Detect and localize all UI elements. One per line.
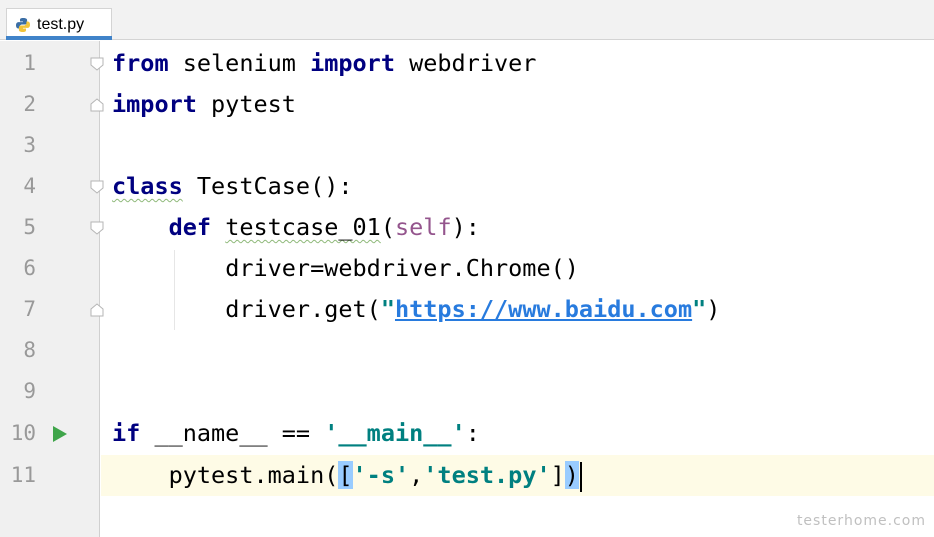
code-text[interactable]: driver.get("https://www.baidu.com") <box>112 289 720 330</box>
code-line[interactable]: 5 def testcase_01(self): <box>0 207 934 248</box>
run-icon[interactable] <box>52 425 68 443</box>
line-number: 9 <box>23 379 36 403</box>
fold-icon[interactable] <box>90 180 104 194</box>
code-text[interactable]: driver=webdriver.Chrome() <box>112 248 579 289</box>
line-number: 6 <box>23 256 36 280</box>
code-text[interactable]: import pytest <box>112 84 296 125</box>
line-number: 1 <box>23 51 36 75</box>
line-number: 5 <box>23 215 36 239</box>
fold-end-icon[interactable] <box>90 98 104 112</box>
matched-bracket: [ <box>338 461 353 489</box>
code-line[interactable]: 3 <box>0 125 934 166</box>
fold-icon[interactable] <box>90 221 104 235</box>
code-line[interactable]: 6 driver=webdriver.Chrome() <box>0 248 934 289</box>
line-number: 4 <box>23 174 36 198</box>
line-number: 8 <box>23 338 36 362</box>
python-file-icon <box>16 17 30 32</box>
url-link[interactable]: https://www.baidu.com <box>395 295 692 323</box>
code-line-current[interactable]: 11 pytest.main(['-s','test.py']) <box>0 455 934 496</box>
matched-bracket: ) <box>564 461 579 489</box>
code-line[interactable]: 4 class TestCase(): <box>0 166 934 207</box>
line-number: 10 <box>10 421 36 445</box>
code-text[interactable]: if __name__ == '__main__': <box>112 413 480 454</box>
fold-icon[interactable] <box>90 57 104 71</box>
watermark: testerhome.com <box>796 513 926 529</box>
tab-label: test.py <box>37 15 85 33</box>
code-line[interactable]: 9 <box>0 371 934 412</box>
code-line[interactable]: 8 <box>0 330 934 371</box>
code-text[interactable]: def testcase_01(self): <box>112 207 480 248</box>
code-line[interactable]: 1 from selenium import webdriver <box>0 43 934 84</box>
line-number: 3 <box>23 133 36 157</box>
code-line[interactable]: 7 driver.get("https://www.baidu.com") <box>0 289 934 330</box>
code-text[interactable]: pytest.main(['-s','test.py']) <box>112 455 582 496</box>
active-tab-indicator <box>6 36 112 40</box>
fold-end-icon[interactable] <box>90 303 104 317</box>
code-line[interactable]: 10 if __name__ == '__main__': <box>0 413 934 454</box>
code-line[interactable]: 2 import pytest <box>0 84 934 125</box>
code-text[interactable]: class TestCase(): <box>112 166 353 207</box>
line-number: 11 <box>10 463 36 487</box>
code-text[interactable]: from selenium import webdriver <box>112 43 536 84</box>
tab-bar: test.py <box>0 0 934 40</box>
line-number: 7 <box>23 297 36 321</box>
text-caret <box>579 461 582 492</box>
line-number: 2 <box>23 92 36 116</box>
